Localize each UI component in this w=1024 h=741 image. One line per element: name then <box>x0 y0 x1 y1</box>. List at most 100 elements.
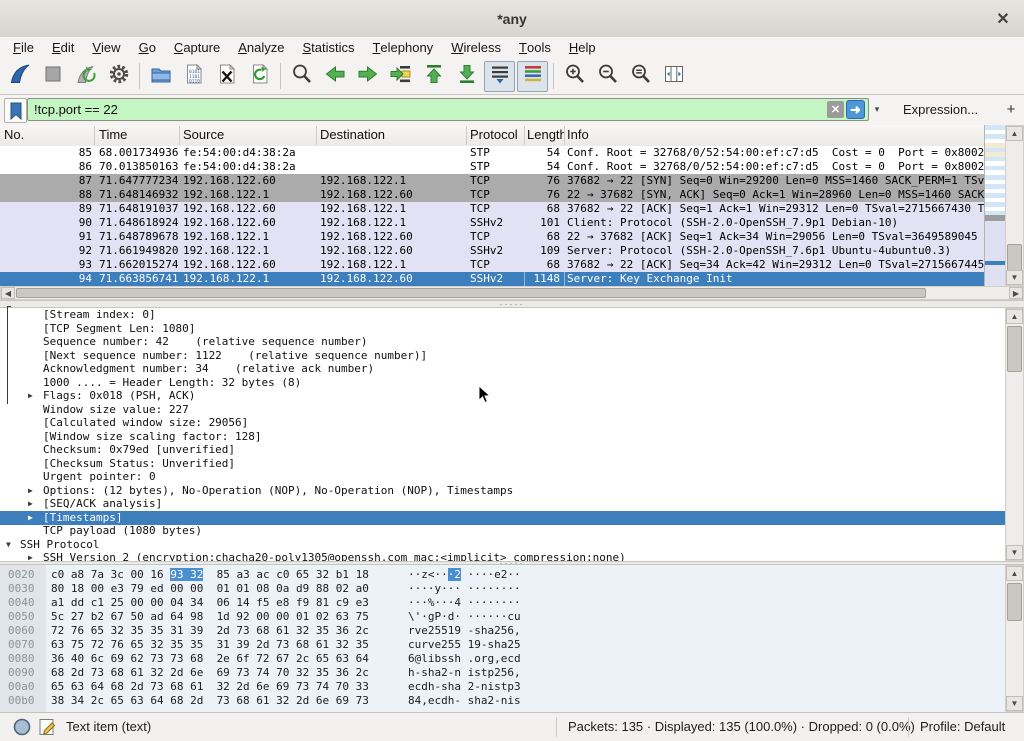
packet-row-85[interactable]: 8568.001734936fe:54:00:d4:38:2aSTP54Conf… <box>0 146 984 160</box>
scroll-up-icon[interactable]: ▲ <box>1006 566 1023 581</box>
scroll-left-icon[interactable]: ◀ <box>1 287 15 299</box>
hex-bytes[interactable]: 80 18 00 e3 79 ed 00 00 01 01 08 0a d9 8… <box>51 582 369 596</box>
column-header-info[interactable]: Info <box>567 127 967 142</box>
details-vscrollbar[interactable]: ▲ ▼ <box>1005 308 1024 561</box>
go-last-button[interactable] <box>451 61 482 92</box>
hex-row-0030[interactable]: 003080 18 00 e3 79 ed 00 00 01 01 08 0a … <box>0 582 1005 596</box>
menu-item-statistics[interactable]: Statistics <box>293 37 363 58</box>
column-header-time[interactable]: Time <box>99 127 181 142</box>
packet-row-86[interactable]: 8670.013850163fe:54:00:d4:38:2aSTP54Conf… <box>0 160 984 174</box>
stop-capture-button[interactable] <box>37 61 68 92</box>
filter-add-button[interactable]: + <box>1001 99 1021 120</box>
detail-line[interactable]: 1000 .... = Header Length: 32 bytes (8) <box>0 376 1005 390</box>
filter-bookmark-button[interactable] <box>4 98 27 123</box>
hex-bytes[interactable]: 72 76 65 32 35 35 31 39 2d 73 68 61 32 3… <box>51 624 369 638</box>
detail-line[interactable]: Urgent pointer: 0 <box>0 470 1005 484</box>
colorize-button[interactable] <box>517 61 548 92</box>
status-profile[interactable]: Profile: Default <box>920 719 1005 734</box>
column-header-source[interactable]: Source <box>183 127 318 142</box>
packet-row-88[interactable]: 8871.648146932192.168.122.1192.168.122.6… <box>0 188 984 202</box>
zoom-100-button[interactable] <box>625 61 656 92</box>
hex-ascii[interactable]: ····y··· ········ <box>408 582 521 596</box>
expander-collapsed-icon[interactable]: ▶ <box>28 497 33 510</box>
start-capture-button[interactable] <box>4 61 35 92</box>
expander-collapsed-icon[interactable]: ▶ <box>28 551 33 561</box>
detail-line[interactable]: ▶Flags: 0x018 (PSH, ACK) <box>0 389 1005 403</box>
column-divider[interactable] <box>524 126 525 145</box>
hex-ascii[interactable]: 6@libssh .org,ecd <box>408 652 521 666</box>
hex-ascii[interactable]: ···%···4 ········ <box>408 596 521 610</box>
hex-row-00b0[interactable]: 00b038 34 2c 65 63 64 68 2d 73 68 61 32 … <box>0 694 1005 708</box>
detail-line[interactable]: ▼SSH Protocol <box>0 538 1005 552</box>
hex-ascii[interactable]: curve255 19-sha25 <box>408 638 521 652</box>
detail-line[interactable]: [Checksum Status: Unverified] <box>0 457 1005 471</box>
auto-scroll-button[interactable] <box>484 61 515 92</box>
close-file-button[interactable] <box>211 61 242 92</box>
menu-item-analyze[interactable]: Analyze <box>229 37 293 58</box>
packet-row-92[interactable]: 9271.661949820192.168.122.1192.168.122.6… <box>0 244 984 258</box>
hex-bytes[interactable]: 5c 27 b2 67 50 ad 64 98 1d 92 00 00 01 0… <box>51 610 369 624</box>
hex-ascii[interactable]: \'·gP·d· ······cu <box>408 610 521 624</box>
scroll-down-icon[interactable]: ▼ <box>1006 545 1023 560</box>
hex-row-0060[interactable]: 006072 76 65 32 35 35 31 39 2d 73 68 61 … <box>0 624 1005 638</box>
detail-line[interactable]: [Next sequence number: 1122 (relative se… <box>0 349 1005 363</box>
packet-row-90[interactable]: 9071.648618924192.168.122.60192.168.122.… <box>0 216 984 230</box>
scroll-down-icon[interactable]: ▼ <box>1006 270 1023 285</box>
scroll-up-icon[interactable]: ▲ <box>1006 309 1023 324</box>
expander-expanded-icon[interactable]: ▼ <box>6 538 11 551</box>
filter-apply-icon[interactable]: ➜ <box>846 100 865 119</box>
filter-dropdown-icon[interactable]: ▾ <box>869 98 885 121</box>
packet-row-89[interactable]: 8971.648191037192.168.122.60192.168.122.… <box>0 202 984 216</box>
menu-item-telephony[interactable]: Telephony <box>363 37 442 58</box>
scroll-down-icon[interactable]: ▼ <box>1006 696 1023 711</box>
reload-file-button[interactable] <box>244 61 275 92</box>
column-divider[interactable] <box>179 126 180 145</box>
packet-list-hscrollbar[interactable]: ◀ ▶ <box>0 286 1024 300</box>
hscroll-thumb[interactable] <box>16 288 926 298</box>
detail-line[interactable]: [TCP Segment Len: 1080] <box>0 322 1005 336</box>
hex-bytes[interactable]: 63 75 72 76 65 32 35 35 31 39 2d 73 68 6… <box>51 638 369 652</box>
hex-row-00a0[interactable]: 00a065 63 64 68 2d 73 68 61 32 2d 6e 69 … <box>0 680 1005 694</box>
scroll-up-icon[interactable]: ▲ <box>1006 126 1023 141</box>
zoom-in-button[interactable] <box>559 61 590 92</box>
display-filter-input[interactable]: !tcp.port == 22 <box>27 98 869 121</box>
menu-item-wireless[interactable]: Wireless <box>442 37 510 58</box>
go-forward-button[interactable] <box>352 61 383 92</box>
save-file-button[interactable]: 010111010110 <box>178 61 209 92</box>
menu-item-file[interactable]: File <box>4 37 43 58</box>
detail-line[interactable]: Checksum: 0x79ed [unverified] <box>0 443 1005 457</box>
zoom-out-button[interactable] <box>592 61 623 92</box>
intelligent-scrollbar-minimap[interactable] <box>984 125 1005 286</box>
scroll-right-icon[interactable]: ▶ <box>1009 287 1023 299</box>
hex-vscrollbar[interactable]: ▲ ▼ <box>1005 565 1024 712</box>
packet-row-87[interactable]: 8771.647777234192.168.122.60192.168.122.… <box>0 174 984 188</box>
hex-ascii[interactable]: ecdh-sha 2-nistp3 <box>408 680 521 694</box>
pane-splitter-top[interactable]: ····· <box>0 300 1024 308</box>
detail-line[interactable]: ▶Options: (12 bytes), No-Operation (NOP)… <box>0 484 1005 498</box>
menu-item-help[interactable]: Help <box>560 37 605 58</box>
open-file-button[interactable] <box>145 61 176 92</box>
column-header-length[interactable]: Length <box>527 127 564 142</box>
hex-bytes[interactable]: 65 63 64 68 2d 73 68 61 32 2d 6e 69 73 7… <box>51 680 369 694</box>
menu-item-view[interactable]: View <box>83 37 129 58</box>
hex-vscroll-thumb[interactable] <box>1007 583 1022 621</box>
hex-ascii[interactable]: h-sha2-n istp256, <box>408 666 521 680</box>
capture-comment-icon[interactable] <box>38 717 58 740</box>
column-divider[interactable] <box>564 126 565 145</box>
hex-row-0020[interactable]: 0020c0 a8 7a 3c 00 16 93 32 85 a3 ac c0 … <box>0 568 1005 582</box>
column-header-no[interactable]: No. <box>4 127 92 142</box>
hex-bytes[interactable]: a1 dd c1 25 00 00 04 34 06 14 f5 e8 f9 8… <box>51 596 369 610</box>
detail-line[interactable]: [Calculated window size: 29056] <box>0 416 1005 430</box>
expander-collapsed-icon[interactable]: ▶ <box>28 484 33 497</box>
resize-columns-button[interactable] <box>658 61 689 92</box>
hex-row-0050[interactable]: 00505c 27 b2 67 50 ad 64 98 1d 92 00 00 … <box>0 610 1005 624</box>
column-header-destination[interactable]: Destination <box>320 127 468 142</box>
restart-capture-button[interactable] <box>70 61 101 92</box>
detail-line[interactable]: [Window size scaling factor: 128] <box>0 430 1005 444</box>
packet-row-94[interactable]: 9471.663856741192.168.122.1192.168.122.6… <box>0 272 984 286</box>
go-back-button[interactable] <box>319 61 350 92</box>
expander-collapsed-icon[interactable]: ▶ <box>28 511 33 524</box>
hex-row-0080[interactable]: 008036 40 6c 69 62 73 73 68 2e 6f 72 67 … <box>0 652 1005 666</box>
hex-bytes[interactable]: c0 a8 7a 3c 00 16 93 32 85 a3 ac c0 65 3… <box>51 568 369 582</box>
hex-row-0040[interactable]: 0040a1 dd c1 25 00 00 04 34 06 14 f5 e8 … <box>0 596 1005 610</box>
